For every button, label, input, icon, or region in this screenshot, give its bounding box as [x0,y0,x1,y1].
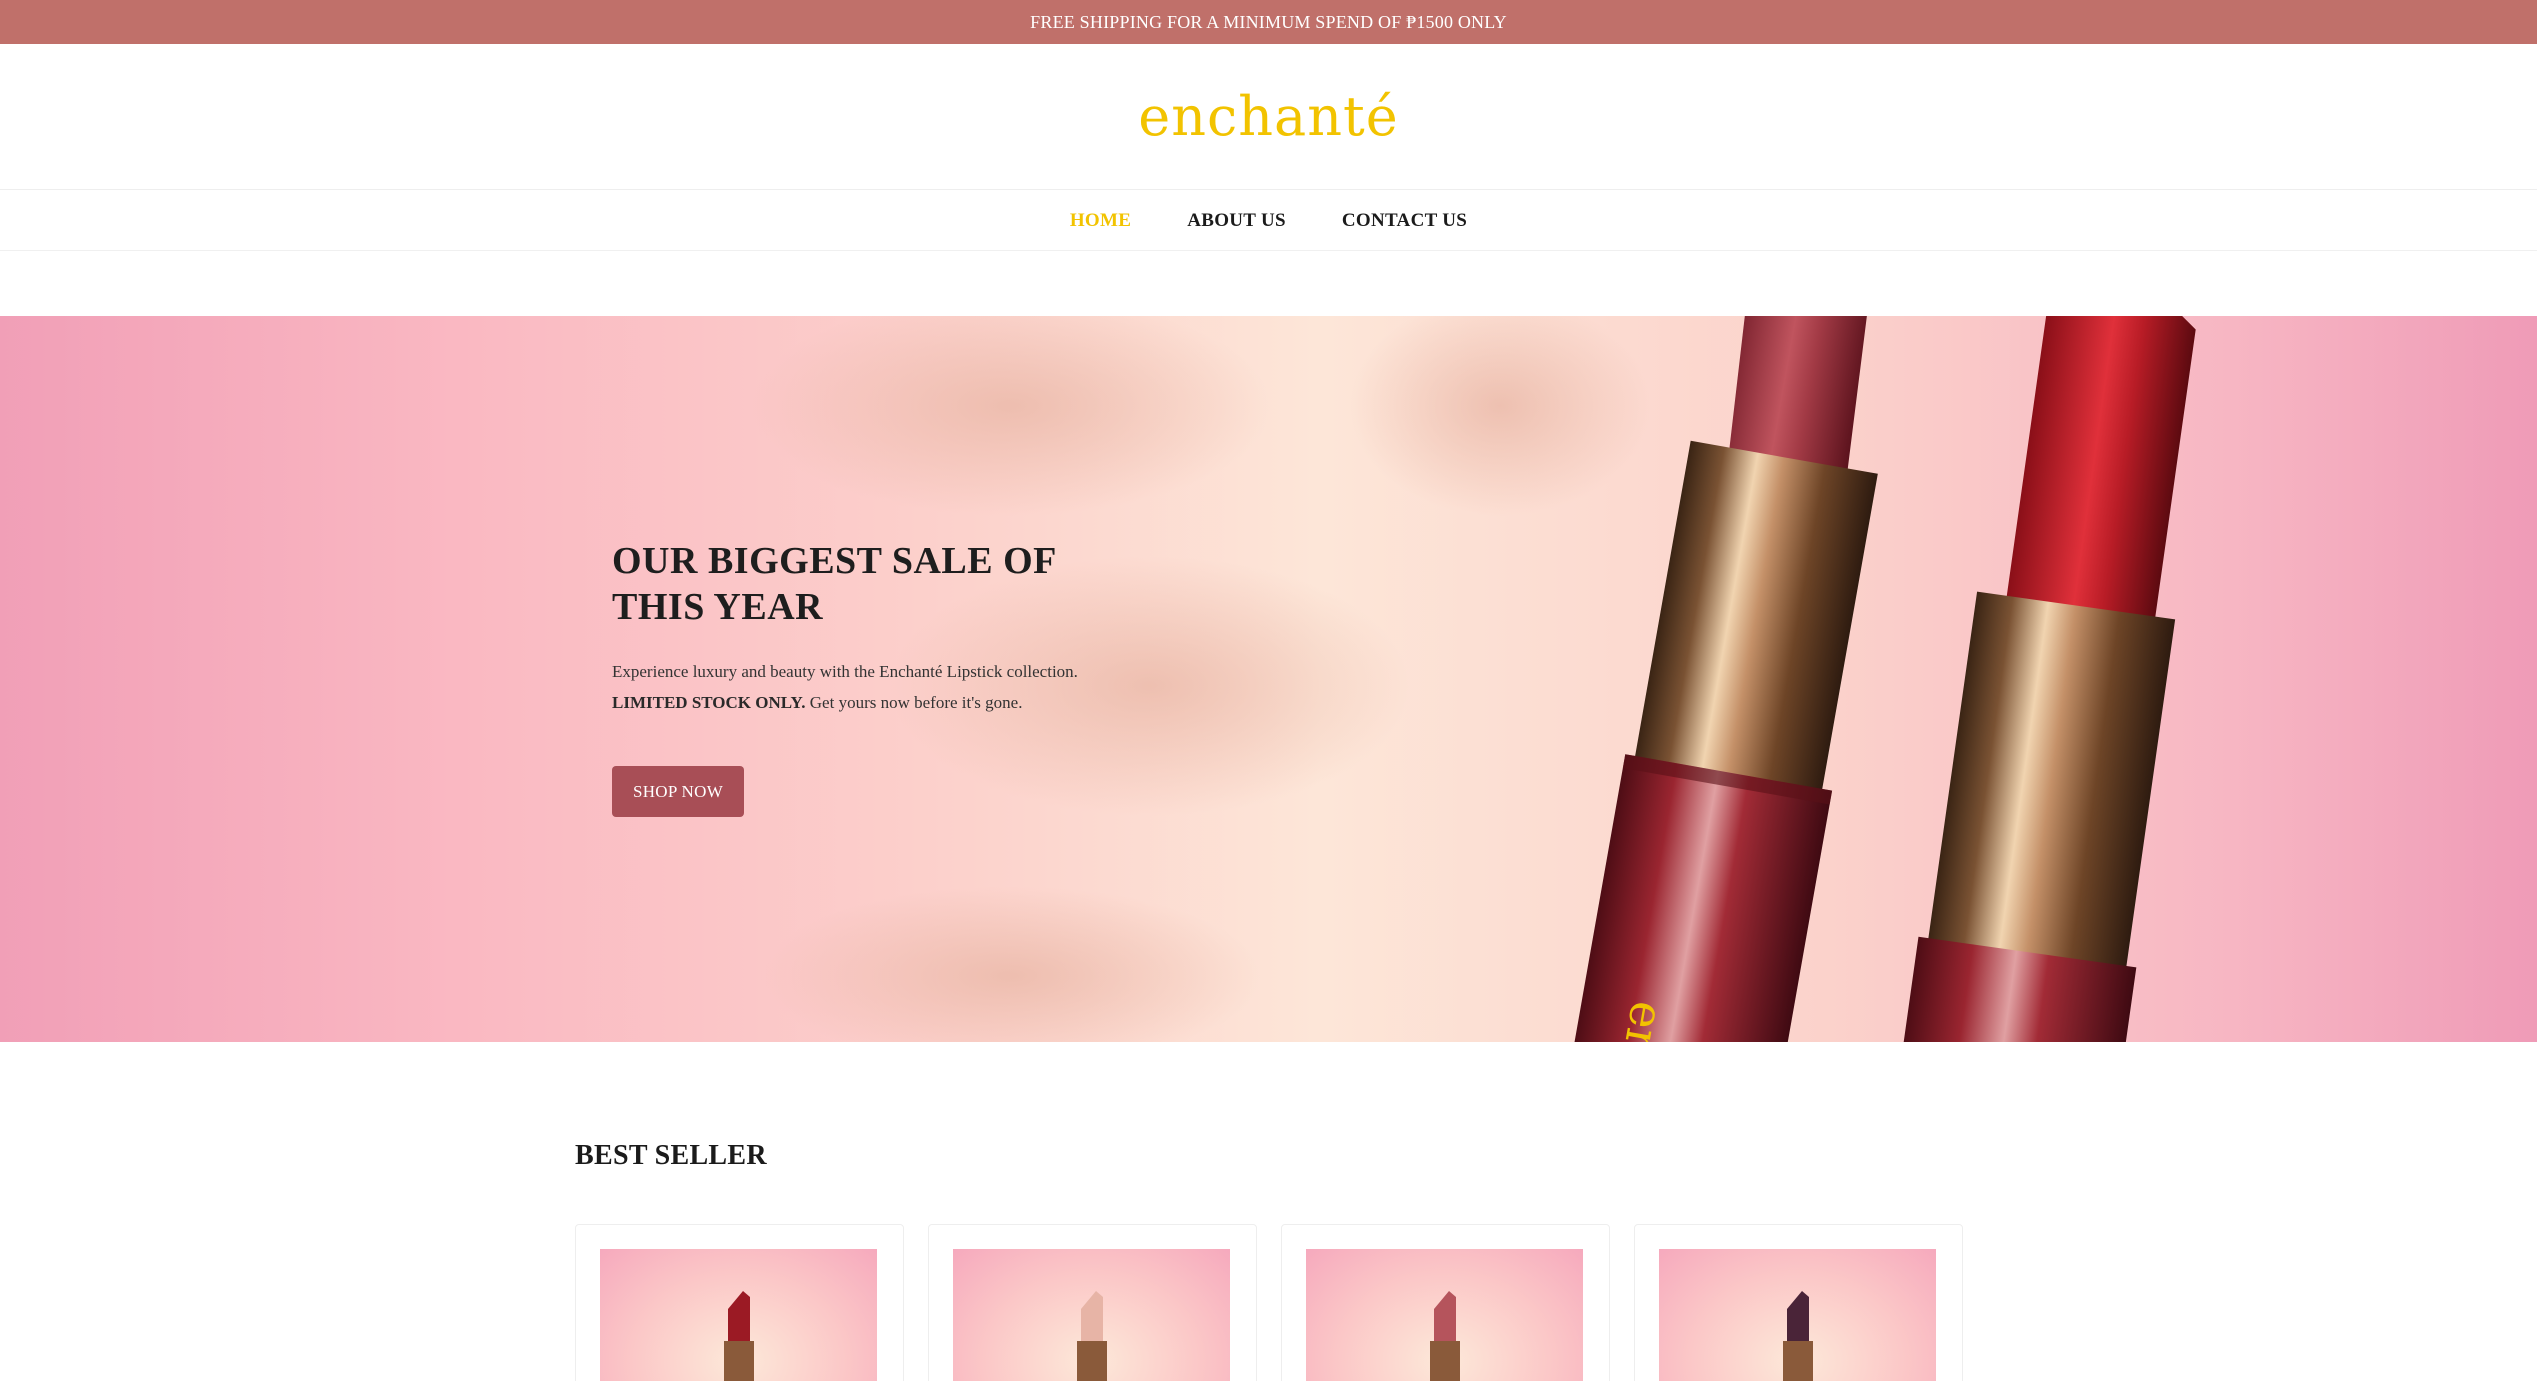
site-header: enchanté [0,44,2537,190]
lipstick-image [1077,1291,1107,1381]
hero-banner: en OUR BIGGEST SALE OF THIS YEAR Experie… [0,316,2537,1042]
hero-desc-strong: LIMITED STOCK ONLY. [612,693,806,712]
brand-logo[interactable]: enchanté [1138,85,1398,148]
main-nav: HOME ABOUT US CONTACT US [0,191,2537,251]
nav-about-us[interactable]: ABOUT US [1187,210,1286,232]
nav-contact-us[interactable]: CONTACT US [1342,210,1467,232]
best-seller-title: BEST SELLER [575,1140,767,1171]
hero-lipstick-artwork: en [750,316,2196,1042]
hero-copy: OUR BIGGEST SALE OF THIS YEAR Experience… [612,538,1172,718]
product-card[interactable] [575,1224,904,1381]
shop-now-button[interactable]: SHOP NOW [612,766,744,817]
product-card[interactable] [1634,1224,1963,1381]
product-image [953,1249,1230,1381]
product-card[interactable] [928,1224,1257,1381]
product-image [1306,1249,1583,1381]
lipstick-image [724,1291,754,1381]
hero-desc-rest: Get yours now before it's gone. [805,693,1023,712]
best-seller-grid [575,1224,1963,1381]
lipstick-image [1430,1291,1460,1381]
product-image [1659,1249,1936,1381]
nav-home[interactable]: HOME [1070,210,1131,232]
hero-desc-line1: Experience luxury and beauty with the En… [612,662,1078,681]
lipstick-image [1783,1291,1813,1381]
hero-description: Experience luxury and beauty with the En… [612,656,1172,718]
announcement-text: FREE SHIPPING FOR A MINIMUM SPEND OF ₱15… [1030,11,1507,32]
hero-title: OUR BIGGEST SALE OF THIS YEAR [612,540,1056,628]
product-image [600,1249,877,1381]
product-card[interactable] [1281,1224,1610,1381]
announcement-bar: FREE SHIPPING FOR A MINIMUM SPEND OF ₱15… [0,0,2537,44]
